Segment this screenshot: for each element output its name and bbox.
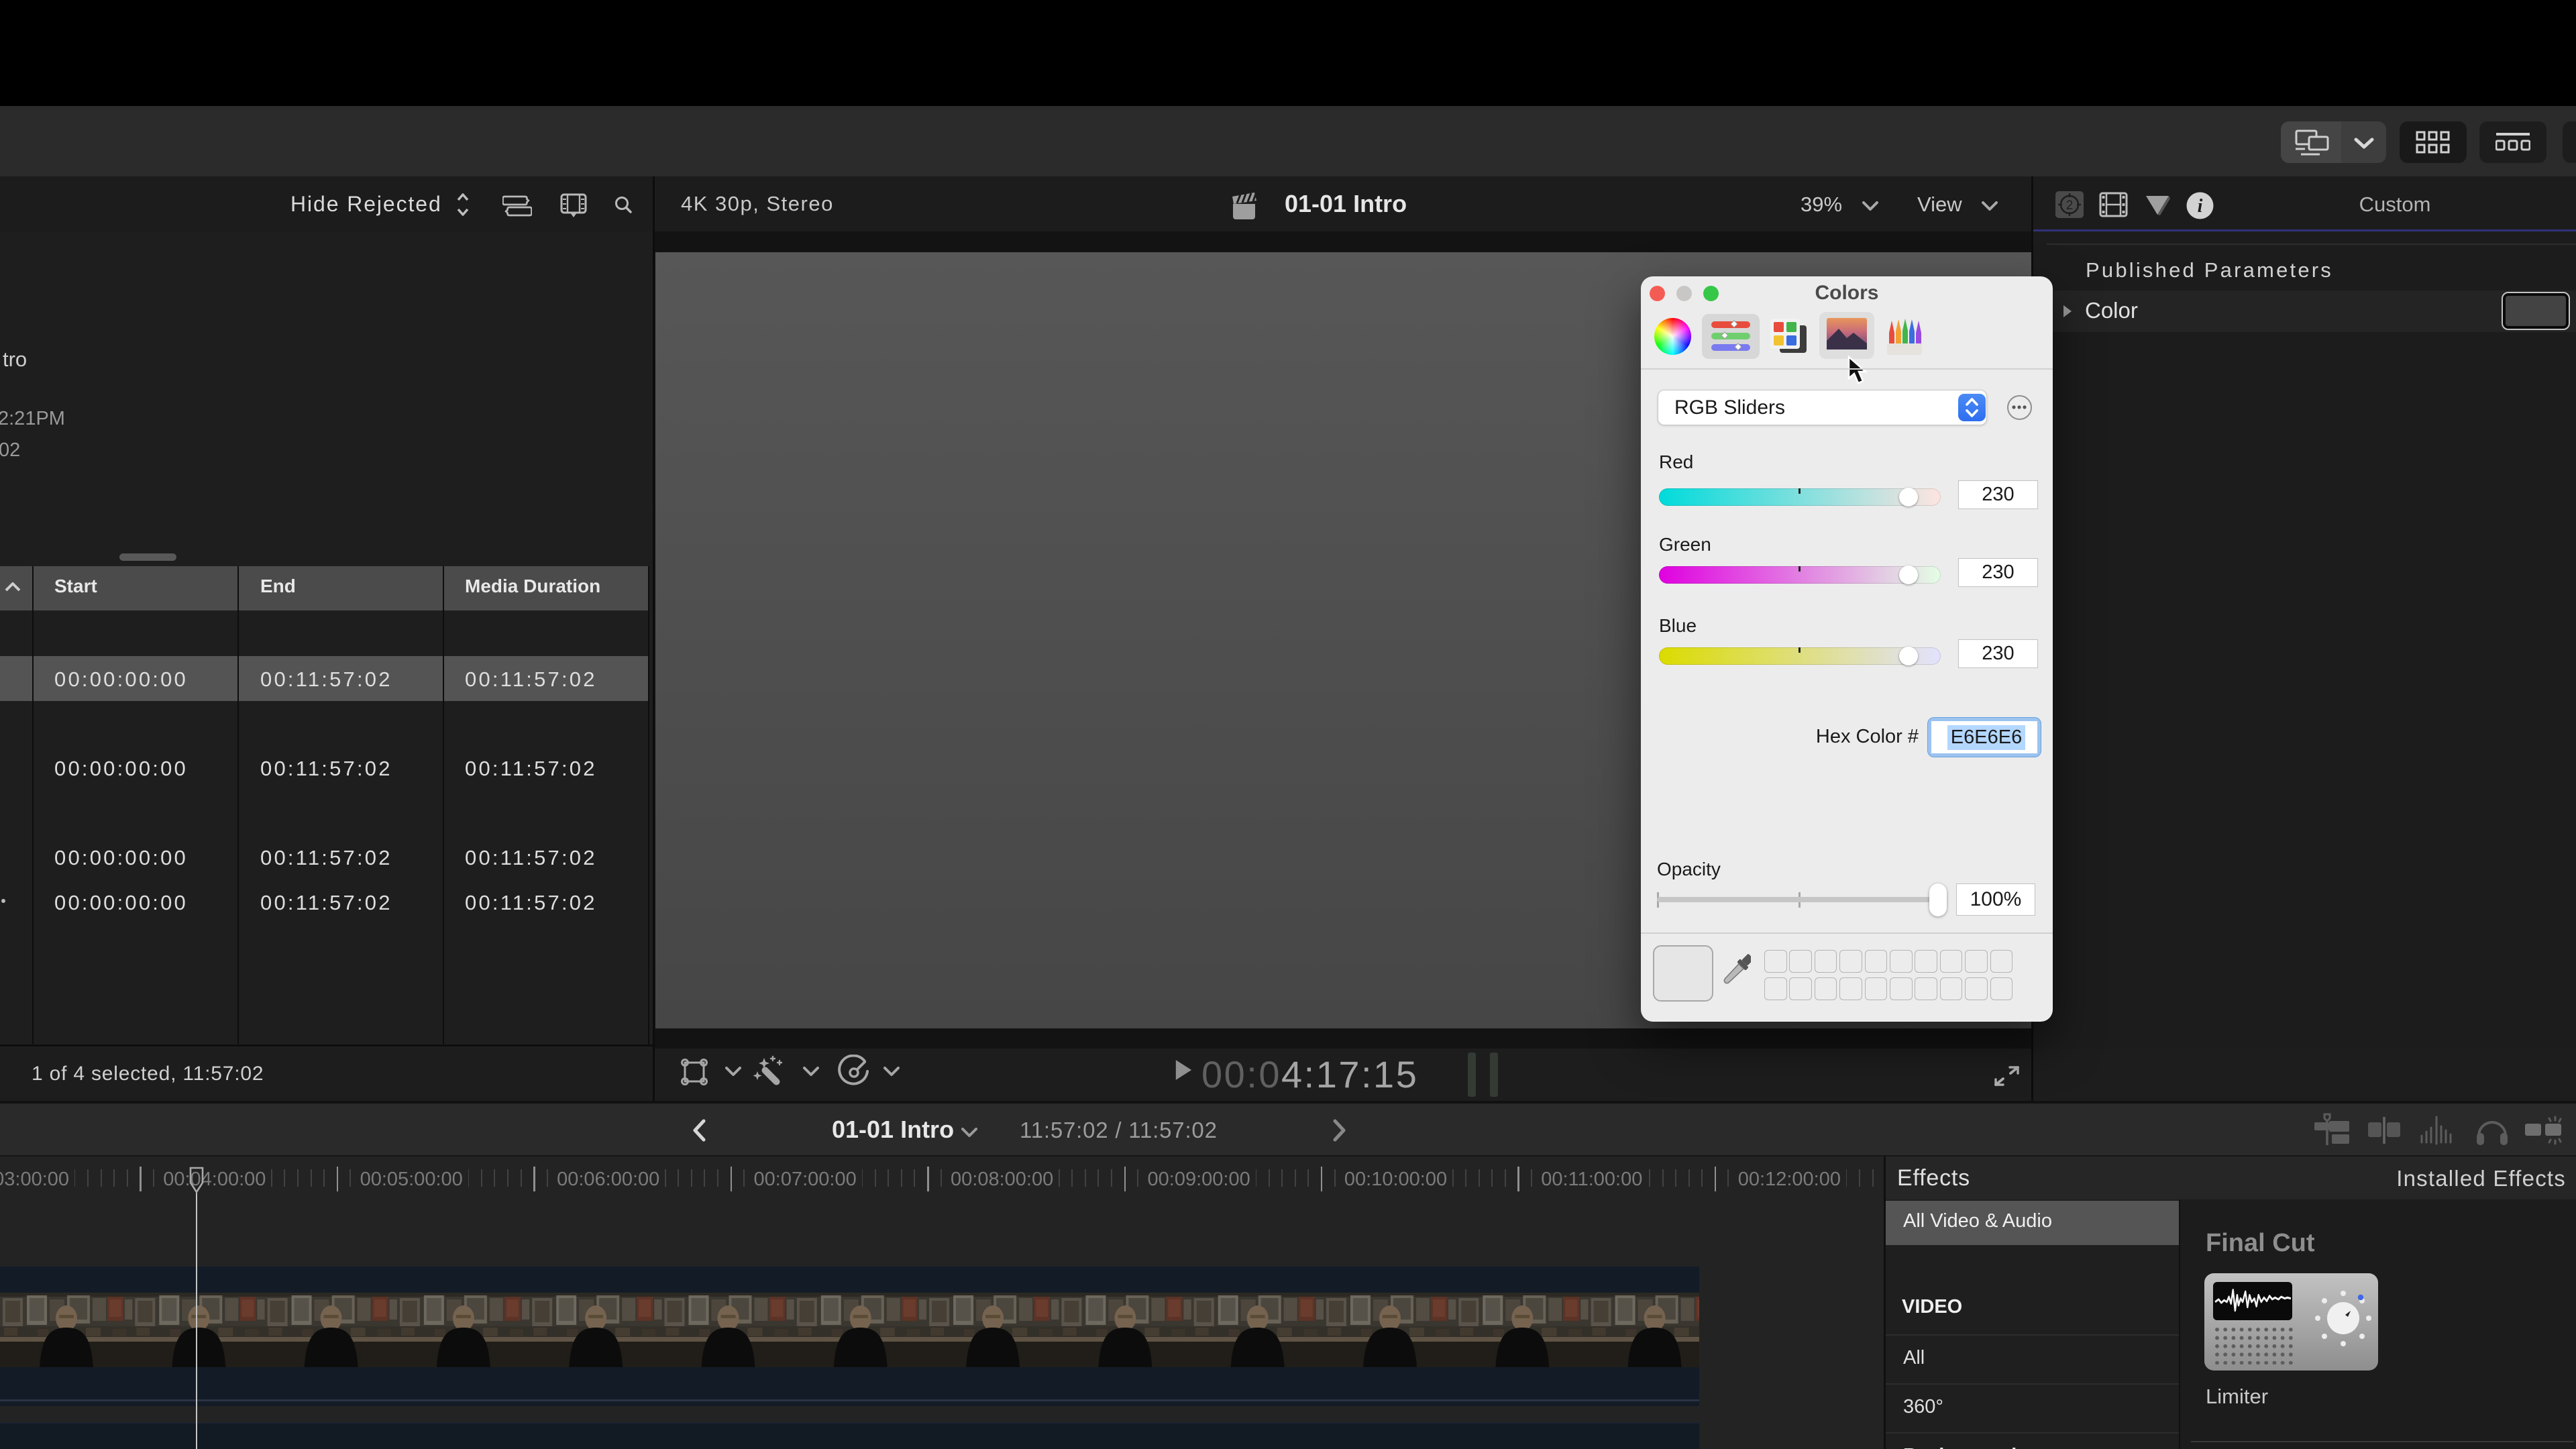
svg-text:i: i	[2198, 196, 2203, 217]
svg-text:2: 2	[2066, 199, 2074, 213]
